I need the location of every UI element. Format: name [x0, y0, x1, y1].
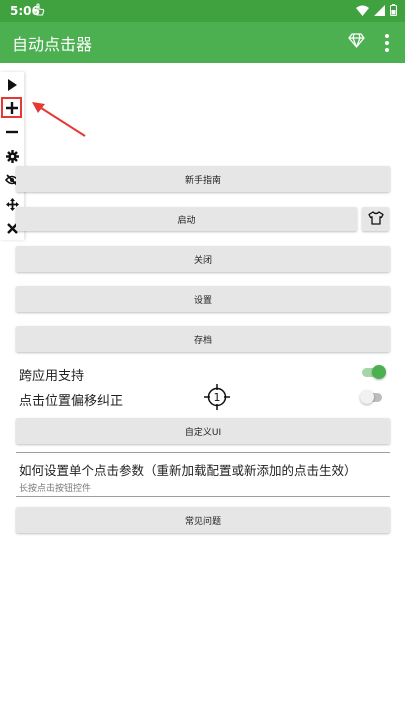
divider-top	[16, 452, 390, 453]
minus-icon[interactable]	[0, 121, 24, 143]
offset-correction-label: 点击位置偏移纠正	[19, 394, 124, 409]
guide-button[interactable]: 新手指南	[16, 166, 390, 192]
gear-icon[interactable]	[0, 145, 24, 167]
hand-icon	[33, 3, 45, 19]
offset-correction-switch[interactable]	[360, 390, 384, 404]
plus-icon[interactable]	[1, 97, 22, 118]
close-button[interactable]: 关闭	[16, 246, 390, 272]
settings-button[interactable]: 设置	[16, 286, 390, 312]
cross-app-label: 跨应用支持	[19, 369, 85, 384]
faq-button[interactable]: 常见问题	[16, 507, 390, 533]
start-button[interactable]: 启动	[16, 207, 357, 231]
custom-ui-button[interactable]: 自定义UI	[16, 418, 390, 444]
divider-bottom	[16, 496, 390, 497]
app-title: 自动点击器	[12, 35, 93, 54]
help-title: 如何设置单个点击参数（重新加载配置或新添加的点击生效）	[19, 463, 357, 478]
skin-button[interactable]	[362, 207, 389, 231]
cross-app-switch[interactable]	[362, 365, 386, 379]
crosshair-icon[interactable]: 1	[204, 384, 230, 410]
archive-button[interactable]: 存档	[16, 326, 390, 352]
diamond-icon[interactable]	[348, 33, 365, 52]
annotation-arrow	[32, 102, 86, 137]
crosshair-number: 1	[214, 391, 221, 404]
more-options-icon[interactable]	[384, 32, 390, 52]
play-icon[interactable]	[0, 74, 24, 96]
help-subtitle: 长按点击按钮控件	[19, 484, 92, 494]
status-bar: 5:06	[0, 0, 405, 22]
app-bar: 自动点击器	[0, 22, 405, 63]
wifi-icon	[356, 5, 369, 19]
battery-icon	[390, 4, 397, 19]
signal-icon	[374, 4, 385, 19]
shirt-icon	[367, 210, 384, 229]
